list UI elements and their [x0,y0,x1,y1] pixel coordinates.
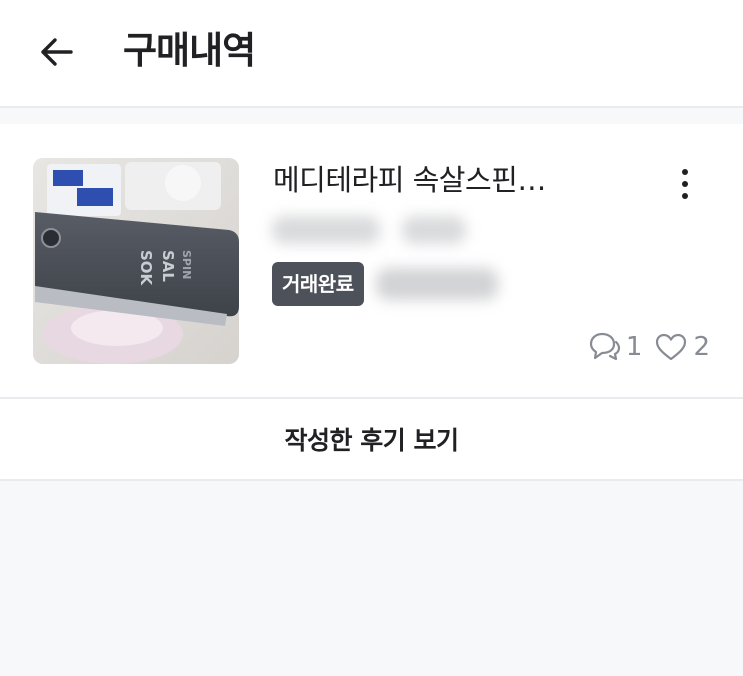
svg-text:SOK: SOK [137,250,155,287]
view-review-button[interactable]: 작성한 후기 보기 [0,399,743,481]
status-badge: 거래완료 [272,262,364,306]
comment-count: 1 [625,332,643,362]
app-header: 구매내역 [0,0,743,108]
blurred-time [402,216,466,244]
more-vertical-icon [682,169,688,175]
purchase-item-card[interactable]: SOK SAL SPIN 메디테라피 속살스핀… 거래완료 1 2 [0,124,743,399]
blurred-price [376,268,498,300]
page-title: 구매내역 [123,29,256,72]
like-count: 2 [693,332,710,362]
product-title[interactable]: 메디테라피 속살스핀… [273,158,633,202]
product-photo: SOK SAL SPIN [33,158,239,364]
product-thumbnail[interactable]: SOK SAL SPIN [33,158,239,364]
blurred-location [272,216,380,244]
arrow-left-icon [41,38,73,66]
svg-text:SAL: SAL [159,250,177,282]
chat-bubble-icon [587,331,621,363]
more-options-button[interactable] [668,164,702,204]
heart-icon [654,332,688,362]
back-button[interactable] [36,31,78,73]
svg-text:SPIN: SPIN [180,250,193,279]
item-stats: 1 2 [587,330,710,364]
